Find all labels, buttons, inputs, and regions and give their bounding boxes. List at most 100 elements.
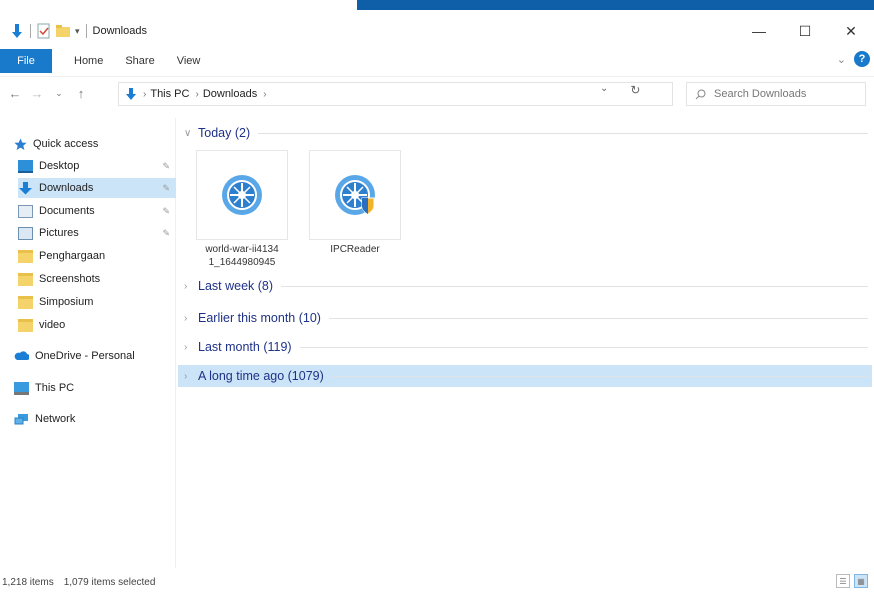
pin-icon[interactable]: ✎ xyxy=(162,161,170,172)
close-button[interactable]: ✕ xyxy=(828,14,874,48)
file-name: IPCReader xyxy=(300,243,410,256)
large-icons-view-icon[interactable]: ▦ xyxy=(854,574,868,588)
file-name-line: world-war-ii4134 xyxy=(205,244,279,255)
sidebar-item-onedrive[interactable]: OneDrive - Personal xyxy=(14,346,176,366)
refresh-icon[interactable]: ↻ xyxy=(630,83,640,97)
chevron-right-icon: › xyxy=(184,370,188,382)
address-tools: ⌄ ↻ xyxy=(600,83,640,97)
app-compass-shield-icon xyxy=(335,175,375,215)
chevron-right-icon: › xyxy=(184,312,188,324)
file-name-line: IPCReader xyxy=(330,244,380,255)
file-list: ∨ Today (2) world-war-ii4134 1_164498094… xyxy=(178,118,874,568)
network-icon xyxy=(14,413,28,424)
downloads-location-icon xyxy=(126,88,136,100)
group-header-earlier-this-month[interactable]: › Earlier this month (10) xyxy=(178,307,872,329)
tab-home[interactable]: Home xyxy=(74,55,103,67)
minimize-button[interactable]: — xyxy=(736,14,782,48)
sidebar-item-network[interactable]: Network xyxy=(14,409,176,429)
details-view-icon[interactable]: ☰ xyxy=(836,574,850,588)
view-toggle: ☰ ▦ xyxy=(836,574,868,588)
computer-icon xyxy=(14,381,29,395)
tab-view[interactable]: View xyxy=(177,55,201,67)
sidebar-item-documents[interactable]: Documents ✎ xyxy=(18,201,176,221)
group-title: Earlier this month (10) xyxy=(198,311,321,325)
ribbon-right-controls: ⌄ ? xyxy=(837,51,870,67)
app-compass-icon xyxy=(222,175,262,215)
group-divider xyxy=(328,317,868,319)
group-title: Last week (8) xyxy=(198,279,274,293)
file-tile-world-war[interactable] xyxy=(196,150,288,240)
chevron-right-icon: › xyxy=(184,341,188,353)
expand-ribbon-icon[interactable]: ⌄ xyxy=(837,53,846,66)
group-header-long-time-ago[interactable]: › A long time ago (1079) xyxy=(178,365,872,387)
sidebar-item-desktop[interactable]: Desktop ✎ xyxy=(18,156,176,176)
chevron-right-icon: › xyxy=(184,280,188,292)
up-arrow-icon[interactable]: ↑ xyxy=(70,86,92,101)
breadcrumb-separator-icon: › xyxy=(263,88,267,100)
breadcrumb-this-pc[interactable]: This PC xyxy=(150,88,189,100)
tab-file[interactable]: File xyxy=(0,49,52,73)
group-header-last-week[interactable]: › Last week (8) xyxy=(178,275,872,297)
sidebar-item-pictures[interactable]: Pictures ✎ xyxy=(18,223,176,243)
sidebar-item-label: Quick access xyxy=(33,138,99,150)
sidebar-item-video[interactable]: video xyxy=(18,315,176,335)
navigation-pane: Quick access Desktop ✎ Downloads ✎ Docum… xyxy=(0,118,176,568)
sidebar-item-simposium[interactable]: Simposium xyxy=(18,292,176,312)
breadcrumb-separator-icon: › xyxy=(143,88,147,100)
sidebar-item-label: This PC xyxy=(35,382,75,394)
star-icon xyxy=(14,138,27,150)
folder-icon xyxy=(18,318,33,332)
customize-toolbar-icon[interactable]: ▾ xyxy=(75,26,80,37)
folder-icon xyxy=(18,249,33,263)
group-header-today[interactable]: ∨ Today (2) xyxy=(178,122,872,144)
pin-icon[interactable]: ✎ xyxy=(162,228,170,239)
sidebar-item-screenshots[interactable]: Screenshots xyxy=(18,269,176,289)
group-header-last-month[interactable]: › Last month (119) xyxy=(178,336,872,358)
download-arrow-icon xyxy=(12,24,22,38)
window-controls: — ☐ ✕ xyxy=(736,14,874,48)
help-icon[interactable]: ? xyxy=(854,51,870,67)
search-box[interactable] xyxy=(686,82,866,106)
group-title: A long time ago (1079) xyxy=(198,369,324,383)
quick-access-toolbar: ▾ xyxy=(10,23,89,39)
pin-icon[interactable]: ✎ xyxy=(162,206,170,217)
search-input[interactable] xyxy=(714,88,854,100)
forward-arrow-icon[interactable]: → xyxy=(26,86,48,101)
sidebar-item-downloads[interactable]: Downloads ✎ xyxy=(18,178,176,198)
status-bar: 1,218 items 1,079 items selected ☰ ▦ xyxy=(0,572,874,592)
toolbar-separator xyxy=(30,24,31,38)
sidebar-item-penghargaan[interactable]: Penghargaan xyxy=(18,246,176,266)
pictures-icon xyxy=(18,226,33,240)
title-bar: ▾ Downloads — ☐ ✕ xyxy=(0,14,874,48)
group-divider xyxy=(281,285,868,287)
download-arrow-icon xyxy=(19,182,32,195)
search-icon xyxy=(695,89,706,99)
tab-share[interactable]: Share xyxy=(125,55,154,67)
sidebar-item-label: Downloads xyxy=(39,182,94,194)
file-name: world-war-ii4134 1_1644980945 xyxy=(187,243,297,269)
properties-icon[interactable] xyxy=(37,23,51,39)
file-tile-ipcreader[interactable] xyxy=(309,150,401,240)
pin-icon[interactable]: ✎ xyxy=(162,183,170,194)
chevron-down-icon: ∨ xyxy=(184,127,192,139)
toolbar-separator xyxy=(85,24,87,38)
cloud-icon xyxy=(14,351,29,360)
desktop-icon xyxy=(18,159,33,173)
navigation-row: ← → ⌄ ↑ › This PC › Downloads › ⌄ ↻ xyxy=(0,76,874,110)
breadcrumb-separator-icon: › xyxy=(195,88,199,100)
sidebar-item-this-pc[interactable]: This PC xyxy=(14,378,176,398)
sidebar-item-label: Documents xyxy=(39,205,95,217)
recent-locations-icon[interactable]: ⌄ xyxy=(48,88,70,99)
address-history-dropdown-icon[interactable]: ⌄ xyxy=(600,83,608,97)
group-divider xyxy=(299,346,868,348)
maximize-button[interactable]: ☐ xyxy=(782,14,828,48)
item-count: 1,218 items xyxy=(2,576,54,588)
sidebar-item-quick-access[interactable]: Quick access xyxy=(14,134,176,154)
sidebar-item-label: Penghargaan xyxy=(39,250,106,262)
address-bar[interactable]: › This PC › Downloads › xyxy=(118,82,673,106)
back-arrow-icon[interactable]: ← xyxy=(4,86,26,101)
group-title: Today (2) xyxy=(198,126,251,140)
documents-icon xyxy=(18,204,33,218)
breadcrumb-downloads[interactable]: Downloads xyxy=(203,88,257,100)
new-folder-icon[interactable] xyxy=(55,24,71,38)
